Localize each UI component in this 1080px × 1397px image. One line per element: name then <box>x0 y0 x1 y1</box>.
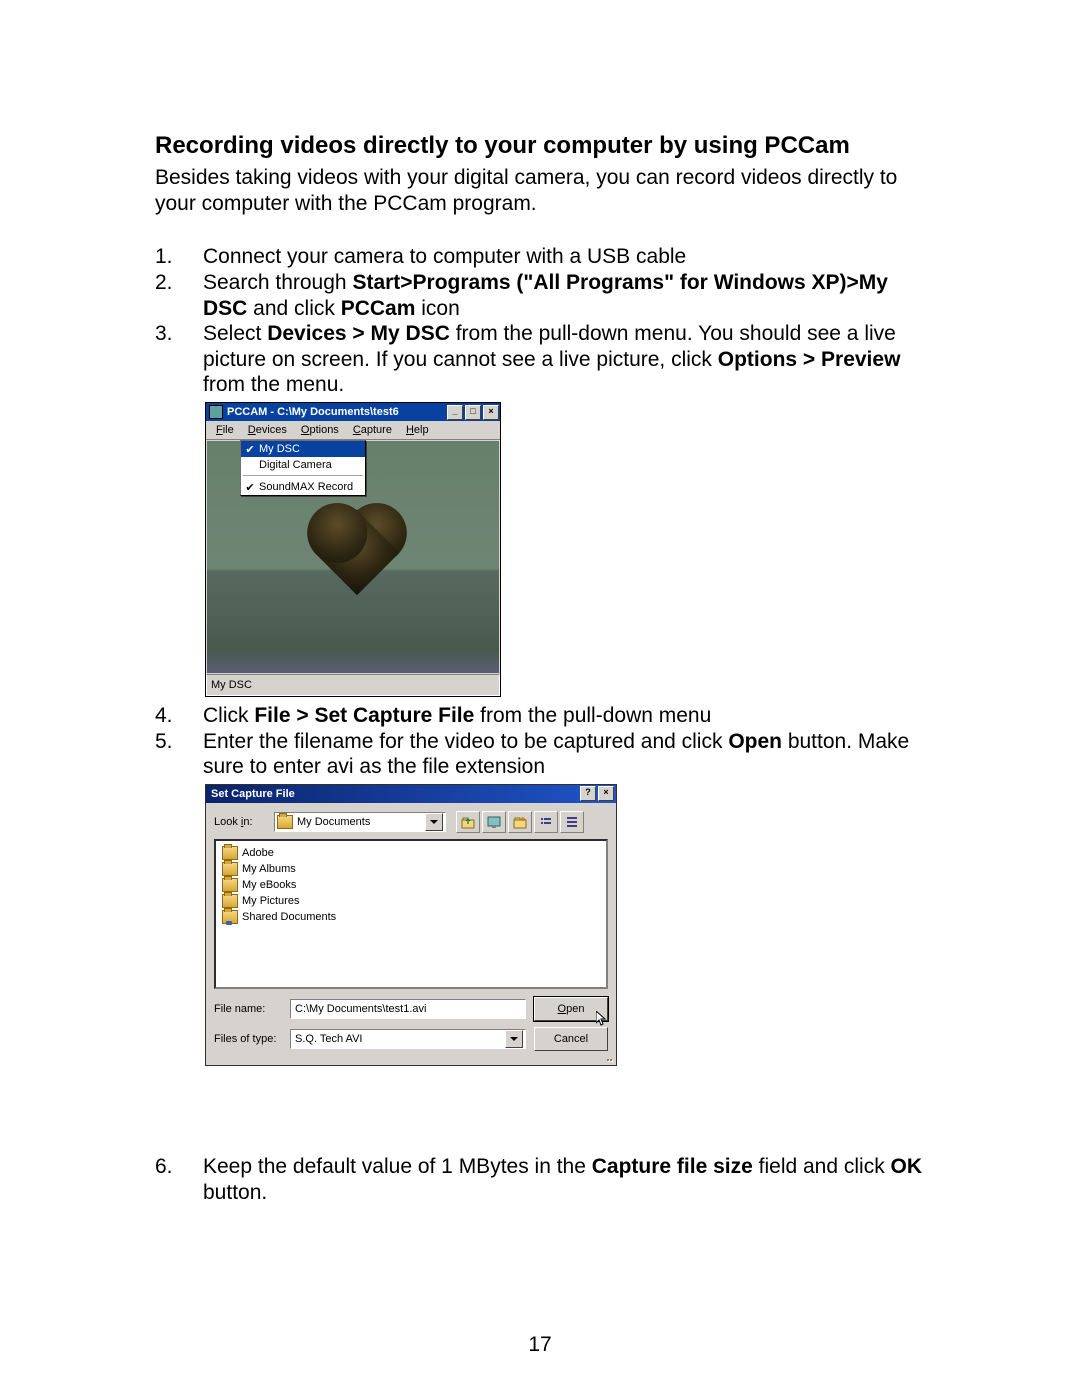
list-view-button[interactable] <box>534 811 558 833</box>
window-title: PCCAM - C:\My Documents\test6 <box>227 406 441 418</box>
page-heading: Recording videos directly to your comput… <box>155 130 925 161</box>
step-5: 5. Enter the filename for the video to b… <box>155 729 925 780</box>
step-number: 6. <box>155 1154 175 1205</box>
step-number: 4. <box>155 703 175 729</box>
filename-label: File name: <box>214 1003 282 1015</box>
folder-icon <box>222 846 238 860</box>
folder-item[interactable]: My Albums <box>220 861 602 877</box>
document-page: Recording videos directly to your comput… <box>0 0 1080 1397</box>
shared-folder-icon <box>222 910 238 924</box>
lookin-value: My Documents <box>297 816 370 828</box>
lookin-combo[interactable]: My Documents <box>274 812 446 832</box>
dialog-body: Look in: My Documents <box>206 803 616 1065</box>
new-folder-button[interactable] <box>508 811 532 833</box>
set-capture-dialog: Set Capture File ? × Look in: My Documen… <box>205 784 617 1066</box>
setcapture-screenshot: Set Capture File ? × Look in: My Documen… <box>205 784 925 1066</box>
step-number: 5. <box>155 729 175 780</box>
lookin-label: Look in: <box>214 816 268 828</box>
folder-icon <box>222 862 238 876</box>
step-text: Search through Start>Programs ("All Prog… <box>203 270 925 321</box>
step-number: 1. <box>155 244 175 270</box>
status-text: My DSC <box>211 679 252 691</box>
up-folder-button[interactable] <box>456 811 480 833</box>
app-icon <box>209 405 223 419</box>
filetype-combo[interactable]: S.Q. Tech AVI <box>290 1029 526 1049</box>
help-button[interactable]: ? <box>580 786 596 801</box>
step-text: Click File > Set Capture File from the p… <box>203 703 925 729</box>
step-3: 3. Select Devices > My DSC from the pull… <box>155 321 925 398</box>
menu-divider <box>243 475 363 477</box>
pccam-content-area: ✔ My DSC Digital Camera ✔ SoundMAX Recor… <box>206 440 500 674</box>
device-soundmax[interactable]: ✔ SoundMAX Record <box>241 479 365 495</box>
resize-grip-icon[interactable] <box>602 1051 614 1063</box>
filetype-row: Files of type: S.Q. Tech AVI Cancel <box>214 1027 608 1051</box>
dropdown-arrow-icon[interactable] <box>425 813 443 831</box>
step-number: 2. <box>155 270 175 321</box>
menu-help[interactable]: Help <box>400 423 437 437</box>
folder-item[interactable]: My Pictures <box>220 893 602 909</box>
folder-icon <box>277 815 293 829</box>
dialog-title: Set Capture File <box>211 788 578 800</box>
pccam-titlebar: PCCAM - C:\My Documents\test6 _ □ × <box>206 403 500 421</box>
menu-capture[interactable]: Capture <box>347 423 400 437</box>
instruction-list: 1. Connect your camera to computer with … <box>155 244 925 398</box>
step-text: Select Devices > My DSC from the pull-do… <box>203 321 925 398</box>
page-number: 17 <box>0 1333 1080 1357</box>
lookin-row: Look in: My Documents <box>214 811 608 833</box>
file-list[interactable]: Adobe My Albums My eBooks My Pictures Sh… <box>214 839 608 989</box>
step-text: Enter the filename for the video to be c… <box>203 729 925 780</box>
filename-input[interactable] <box>290 999 526 1019</box>
step-4: 4. Click File > Set Capture File from th… <box>155 703 925 729</box>
maximize-button[interactable]: □ <box>465 405 481 420</box>
device-my-dsc[interactable]: ✔ My DSC <box>241 441 365 457</box>
step-1: 1. Connect your camera to computer with … <box>155 244 925 270</box>
check-icon: ✔ <box>245 481 255 494</box>
dropdown-arrow-icon[interactable] <box>505 1030 523 1048</box>
filetype-label: Files of type: <box>214 1033 282 1045</box>
window-buttons: _ □ × <box>445 405 500 420</box>
step-2: 2. Search through Start>Programs ("All P… <box>155 270 925 321</box>
folder-icon <box>222 894 238 908</box>
check-icon: ✔ <box>245 443 255 456</box>
step-number: 3. <box>155 321 175 398</box>
heart-decoration <box>293 510 420 637</box>
intro-paragraph: Besides taking videos with your digital … <box>155 165 925 216</box>
step-text: Connect your camera to computer with a U… <box>203 244 925 270</box>
cursor-icon <box>596 1011 608 1027</box>
pccam-statusbar: My DSC <box>206 674 500 696</box>
close-button[interactable]: × <box>598 786 614 801</box>
pccam-screenshot: PCCAM - C:\My Documents\test6 _ □ × File… <box>205 402 925 697</box>
cancel-button[interactable]: Cancel <box>534 1027 608 1051</box>
devices-dropdown: ✔ My DSC Digital Camera ✔ SoundMAX Recor… <box>240 440 366 496</box>
folder-item[interactable]: Adobe <box>220 845 602 861</box>
dialog-toolbar <box>456 811 584 833</box>
pccam-window: PCCAM - C:\My Documents\test6 _ □ × File… <box>205 402 501 697</box>
menu-options[interactable]: Options <box>295 423 347 437</box>
folder-item[interactable]: My eBooks <box>220 877 602 893</box>
instruction-list-cont: 4. Click File > Set Capture File from th… <box>155 703 925 780</box>
dialog-titlebar: Set Capture File ? × <box>206 785 616 803</box>
folder-item[interactable]: Shared Documents <box>220 909 602 925</box>
details-view-button[interactable] <box>560 811 584 833</box>
pccam-menubar: File Devices Options Capture Help <box>206 421 500 440</box>
instruction-list-cont2: 6. Keep the default value of 1 MBytes in… <box>155 1154 925 1205</box>
menu-devices[interactable]: Devices <box>242 423 295 437</box>
step-6: 6. Keep the default value of 1 MBytes in… <box>155 1154 925 1205</box>
device-digital-camera[interactable]: Digital Camera <box>241 457 365 473</box>
menu-file[interactable]: File <box>210 423 242 437</box>
minimize-button[interactable]: _ <box>447 405 463 420</box>
folder-icon <box>222 878 238 892</box>
filename-row: File name: Open <box>214 997 608 1021</box>
step-text: Keep the default value of 1 MBytes in th… <box>203 1154 925 1205</box>
close-button[interactable]: × <box>483 405 499 420</box>
desktop-button[interactable] <box>482 811 506 833</box>
